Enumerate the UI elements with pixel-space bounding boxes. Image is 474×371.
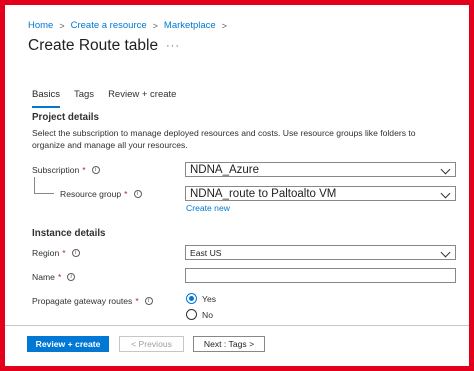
- subscription-value: NDNA_Azure: [190, 163, 260, 176]
- required-marker: *: [82, 165, 86, 175]
- create-new-link[interactable]: Create new: [186, 203, 230, 213]
- info-icon[interactable]: i: [71, 249, 80, 257]
- region-label-text: Region: [32, 248, 60, 258]
- info-icon[interactable]: i: [67, 273, 76, 281]
- project-details-description: Select the subscription to manage deploy…: [32, 128, 416, 150]
- breadcrumb-separator-icon: >: [59, 20, 65, 31]
- info-icon[interactable]: i: [91, 166, 100, 174]
- propagate-no-label[interactable]: No: [202, 310, 213, 320]
- breadcrumb-separator-icon: >: [152, 20, 158, 31]
- subscription-label: Subscription * i: [32, 165, 100, 175]
- resource-group-label: Resource group * i: [60, 189, 142, 199]
- tab-basics[interactable]: Basics: [32, 89, 60, 108]
- chevron-down-icon: [440, 247, 451, 258]
- propagate-no-radio[interactable]: [186, 309, 197, 320]
- resource-group-label-text: Resource group: [60, 189, 122, 199]
- required-marker: *: [135, 296, 139, 306]
- info-icon[interactable]: i: [144, 297, 153, 305]
- propagate-yes-label[interactable]: Yes: [202, 294, 216, 304]
- tree-connector-line: [34, 177, 54, 194]
- subscription-label-text: Subscription: [32, 165, 80, 175]
- required-marker: *: [62, 248, 66, 258]
- breadcrumb: Home > Create a resource > Marketplace >: [28, 20, 233, 31]
- propagate-yes-radio[interactable]: [186, 293, 197, 304]
- breadcrumb-create-resource-link[interactable]: Create a resource: [71, 20, 147, 31]
- name-label-text: Name: [32, 272, 55, 282]
- previous-button[interactable]: < Previous: [119, 336, 184, 352]
- tab-bar: Basics Tags Review + create: [32, 89, 190, 108]
- region-select[interactable]: East US: [185, 245, 456, 260]
- footer-divider: [5, 325, 469, 326]
- resource-group-select[interactable]: NDNA_route to Paltoalto VM: [185, 186, 456, 201]
- propagate-gateway-routes-label: Propagate gateway routes * i: [32, 296, 153, 306]
- next-tags-button[interactable]: Next : Tags >: [193, 336, 265, 352]
- region-label: Region * i: [32, 248, 80, 258]
- chevron-down-icon: [440, 188, 451, 199]
- ellipsis-icon[interactable]: ···: [166, 40, 180, 52]
- info-icon[interactable]: i: [133, 190, 142, 198]
- instance-details-heading: Instance details: [32, 228, 106, 239]
- tab-review-create[interactable]: Review + create: [108, 89, 176, 108]
- breadcrumb-marketplace-link[interactable]: Marketplace: [164, 20, 216, 31]
- resource-group-value: NDNA_route to Paltoalto VM: [190, 187, 337, 200]
- subscription-select[interactable]: NDNA_Azure: [185, 162, 456, 177]
- region-value: East US: [190, 247, 222, 258]
- required-marker: *: [124, 189, 128, 199]
- review-create-button[interactable]: Review + create: [27, 336, 109, 352]
- page-title: Create Route table: [28, 37, 159, 54]
- breadcrumb-home-link[interactable]: Home: [28, 20, 53, 31]
- breadcrumb-separator-icon: >: [221, 20, 227, 31]
- project-details-heading: Project details: [32, 112, 99, 123]
- name-label: Name * i: [32, 272, 76, 282]
- name-input[interactable]: [185, 268, 456, 283]
- propagate-label-text: Propagate gateway routes: [32, 296, 133, 306]
- tab-tags[interactable]: Tags: [74, 89, 94, 108]
- required-marker: *: [57, 272, 62, 282]
- chevron-down-icon: [440, 164, 451, 175]
